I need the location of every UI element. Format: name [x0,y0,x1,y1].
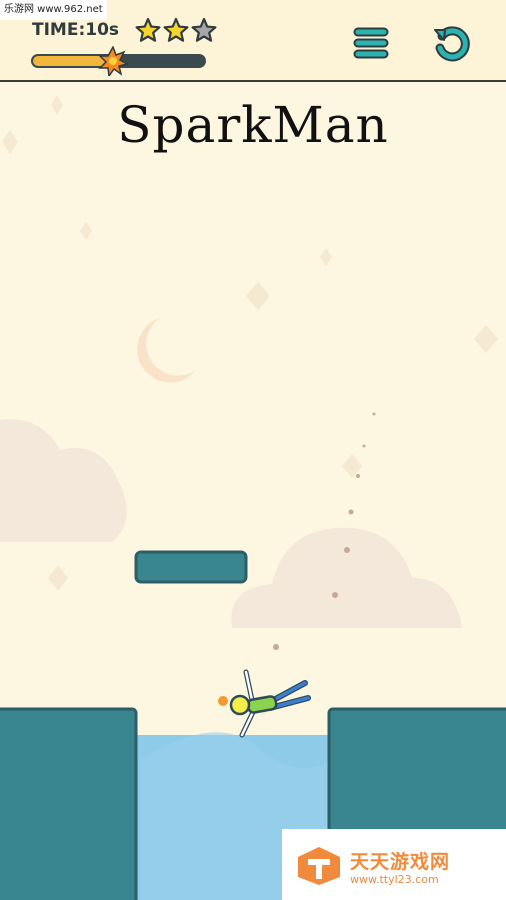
star-filled-icon [163,17,189,42]
time-progress-bar [31,46,206,76]
dust-particle [344,547,350,553]
sparkman-player [218,669,311,738]
sparkle-decoration [48,565,68,591]
watermark-top: 乐游网 www.962.net [0,0,107,20]
sparkle-decoration [320,248,332,266]
dust-particle [332,592,338,598]
player-head [229,694,251,716]
watermark-site-url: www.ttyl23.com [350,873,439,886]
spark-burst-icon [98,46,128,76]
star-filled-icon [135,17,161,42]
game-title: SparkMan [117,96,389,154]
watermark-site-title: 天天游戏网 [350,851,451,873]
hamburger-menu-icon [353,27,389,59]
watermark-bottom: 天天游戏网 www.ttyl23.com [282,829,506,900]
cloud-left-decoration [0,419,127,542]
player-spark [218,696,228,706]
dust-particle [362,444,366,448]
sparkle-decoration [246,282,270,310]
dust-particle [273,644,279,650]
floating-platform [134,550,248,584]
left-cliff [0,707,138,900]
star-rating [135,17,217,42]
star-empty-icon [191,17,217,42]
dust-particle [372,412,376,416]
game-stage[interactable]: TIME:10s 乐游网 www.962.net SparkMan 天天游戏网 … [0,0,506,900]
timer-label: TIME:10s [32,20,120,40]
dust-particle [356,474,360,478]
cloud-right-decoration [231,527,462,628]
menu-button[interactable] [352,26,390,60]
sparkle-decoration [474,325,498,353]
site-logo-icon [298,847,340,885]
restart-button[interactable] [432,24,472,62]
sparkle-decoration [80,222,92,240]
restart-icon [434,26,470,62]
dust-particle [348,509,354,515]
moon-decoration [137,318,196,383]
